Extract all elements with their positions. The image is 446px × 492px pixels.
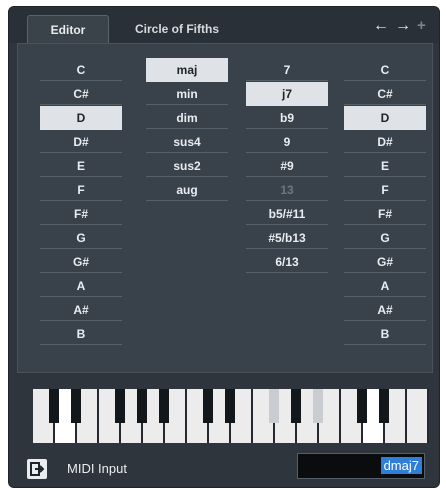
piano-black-key[interactable] xyxy=(357,389,367,423)
root-note-item[interactable]: F# xyxy=(40,202,122,226)
root-note-item[interactable]: F xyxy=(40,178,122,202)
piano-black-key[interactable] xyxy=(269,389,279,423)
root-note-item[interactable]: C xyxy=(40,58,122,82)
root-note-item[interactable]: A# xyxy=(40,298,122,322)
root-note-column: C C# D D# E F F# G G# A A# B xyxy=(40,58,122,346)
root-note-item[interactable]: D xyxy=(40,106,122,130)
tension-item[interactable]: b5/#11 xyxy=(246,202,328,226)
chord-type-item[interactable]: dim xyxy=(146,106,228,130)
bass-note-item[interactable]: G xyxy=(344,226,426,250)
tension-item[interactable]: b9 xyxy=(246,106,328,130)
root-note-item[interactable]: E xyxy=(40,154,122,178)
bass-note-item[interactable]: B xyxy=(344,322,426,346)
bass-note-column: C C# D D# E F F# G G# A A# B xyxy=(344,58,426,346)
bass-note-item[interactable]: C xyxy=(344,58,426,82)
tab-bar: Editor Circle of Fifths ← → + xyxy=(9,7,439,44)
chord-name-field[interactable]: dmaj7 xyxy=(297,453,425,479)
bass-note-item[interactable]: F# xyxy=(344,202,426,226)
piano-black-key[interactable] xyxy=(137,389,147,423)
bass-note-item[interactable]: D# xyxy=(344,130,426,154)
piano-black-key[interactable] xyxy=(49,389,59,423)
tab-circle-of-fifths[interactable]: Circle of Fifths xyxy=(127,15,227,43)
tension-item[interactable]: 9 xyxy=(246,130,328,154)
piano-keyboard[interactable] xyxy=(33,389,429,443)
chord-name-text: dmaj7 xyxy=(380,457,422,474)
bass-note-item[interactable]: D xyxy=(344,106,426,130)
bass-note-item[interactable]: A# xyxy=(344,298,426,322)
piano-black-key[interactable] xyxy=(71,389,81,423)
tension-column: 7 j7 b9 9 #9 13 b5/#11 #5/b13 6/13 xyxy=(246,58,328,274)
piano-black-key[interactable] xyxy=(159,389,169,423)
tension-item[interactable]: 13 xyxy=(246,178,328,202)
root-note-item[interactable]: A xyxy=(40,274,122,298)
root-note-item[interactable]: D# xyxy=(40,130,122,154)
chord-type-item[interactable]: aug xyxy=(146,178,228,202)
bass-note-item[interactable]: G# xyxy=(344,250,426,274)
root-note-item[interactable]: G# xyxy=(40,250,122,274)
piano-black-key[interactable] xyxy=(379,389,389,423)
piano-white-key[interactable] xyxy=(407,389,429,443)
chord-type-item[interactable]: maj xyxy=(146,58,228,82)
bass-note-item[interactable]: E xyxy=(344,154,426,178)
piano-black-key[interactable] xyxy=(203,389,213,423)
root-note-item[interactable]: B xyxy=(40,322,122,346)
editor-area: C C# D D# E F F# G G# A A# B maj min dim sus4 sus2 aug 7… xyxy=(17,43,433,373)
tab-editor[interactable]: Editor xyxy=(27,15,109,44)
tension-item[interactable]: j7 xyxy=(246,82,328,106)
piano-black-key[interactable] xyxy=(115,389,125,423)
chord-type-item[interactable]: sus2 xyxy=(146,154,228,178)
tension-item[interactable]: #9 xyxy=(246,154,328,178)
bass-note-item[interactable]: F xyxy=(344,178,426,202)
root-note-item[interactable]: C# xyxy=(40,82,122,106)
piano-black-key[interactable] xyxy=(313,389,323,423)
prev-arrow-icon[interactable]: ← xyxy=(373,17,389,35)
bass-note-item[interactable]: A xyxy=(344,274,426,298)
piano-black-key[interactable] xyxy=(225,389,235,423)
midi-input-label: MIDI Input xyxy=(67,461,127,476)
tension-item[interactable]: 6/13 xyxy=(246,250,328,274)
piano-black-key[interactable] xyxy=(291,389,301,423)
tension-item[interactable]: #5/b13 xyxy=(246,226,328,250)
next-arrow-icon[interactable]: → xyxy=(395,17,411,35)
root-note-item[interactable]: G xyxy=(40,226,122,250)
midi-input-button[interactable] xyxy=(27,459,47,479)
chord-editor-panel: Editor Circle of Fifths ← → + C C# D D# E F F#… xyxy=(8,6,440,488)
chord-type-column: maj min dim sus4 sus2 aug xyxy=(146,58,228,202)
add-icon[interactable]: + xyxy=(417,17,426,34)
bass-note-item[interactable]: C# xyxy=(344,82,426,106)
midi-input-icon xyxy=(30,462,44,476)
chord-type-item[interactable]: sus4 xyxy=(146,130,228,154)
chord-type-item[interactable]: min xyxy=(146,82,228,106)
tension-item[interactable]: 7 xyxy=(246,58,328,82)
